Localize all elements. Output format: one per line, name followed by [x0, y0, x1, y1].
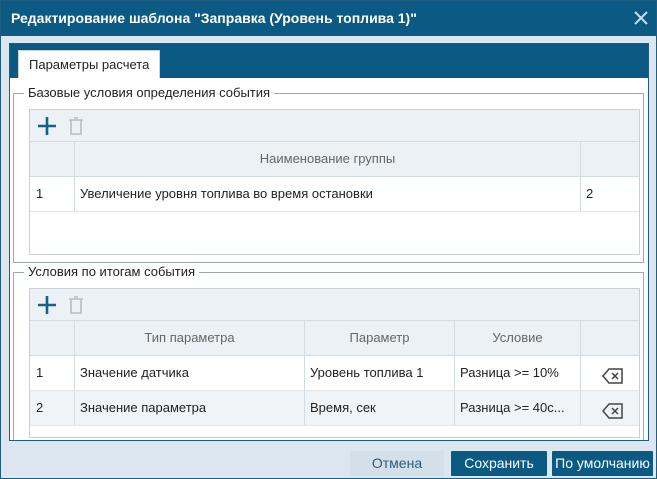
row-actions [580, 391, 639, 425]
result-conditions-group: Условия по итогам события Тип параметра … [13, 264, 644, 440]
add-icon[interactable] [36, 116, 58, 136]
param-type-cell: Значение параметра [74, 391, 304, 425]
result-conditions-header: Тип параметра Параметр Условие [30, 321, 639, 356]
delete-row-icon[interactable] [602, 364, 624, 390]
col-header-num [30, 321, 74, 355]
col-header-condition[interactable]: Условие [454, 321, 580, 355]
base-conditions-header: Наименование группы [30, 142, 639, 177]
count-cell: 2 [580, 177, 639, 211]
dialog-title: Редактирование шаблона "Заправка (Уровен… [11, 10, 417, 26]
base-conditions-grid: Наименование группы 1 Увеличение уровня … [29, 109, 640, 255]
col-header-actions [580, 321, 639, 355]
col-header-count [580, 142, 639, 176]
row-num: 1 [36, 186, 44, 201]
tab-calculation-params[interactable]: Параметры расчета [18, 50, 161, 78]
base-conditions-legend: Базовые условия определения события [24, 85, 275, 101]
col-header-group-name[interactable]: Наименование группы [74, 142, 580, 176]
group-name-cell: Увеличение уровня топлива во время остан… [74, 177, 580, 211]
condition-cell: Разница >= 40с... [454, 391, 580, 425]
add-icon[interactable] [36, 295, 58, 315]
base-conditions-toolbar [30, 110, 639, 142]
result-conditions-toolbar [30, 289, 639, 321]
save-button[interactable]: Сохранить [451, 451, 547, 476]
param-cell: Время, сек [304, 391, 454, 425]
tab-strip: Параметры расчета [10, 44, 648, 78]
delete-row-icon[interactable] [602, 399, 624, 425]
param-type-cell: Значение датчика [74, 356, 304, 390]
close-icon[interactable] [632, 9, 650, 27]
table-row[interactable]: 2 Значение параметра Время, сек Разница … [30, 391, 639, 426]
row-num: 2 [36, 400, 44, 415]
table-row[interactable]: 1 Значение датчика Уровень топлива 1 Раз… [30, 356, 639, 391]
default-button[interactable]: По умолчанию [552, 451, 653, 476]
result-conditions-grid: Тип параметра Параметр Условие 1 Значени… [29, 288, 640, 438]
dialog-titlebar: Редактирование шаблона "Заправка (Уровен… [1, 1, 656, 36]
base-conditions-group: Базовые условия определения события Наим… [13, 85, 644, 263]
edit-template-dialog: Редактирование шаблона "Заправка (Уровен… [0, 0, 657, 479]
result-conditions-legend: Условия по итогам события [24, 264, 200, 280]
col-header-param-type[interactable]: Тип параметра [74, 321, 304, 355]
condition-cell: Разница >= 10% [454, 356, 580, 390]
table-row[interactable]: 1 Увеличение уровня топлива во время ост… [30, 177, 639, 212]
row-actions [580, 356, 639, 390]
trash-icon[interactable] [67, 295, 85, 315]
col-header-num [30, 142, 74, 176]
cancel-button[interactable]: Отмена [350, 451, 444, 476]
trash-icon[interactable] [67, 116, 85, 136]
param-cell: Уровень топлива 1 [304, 356, 454, 390]
row-num: 1 [36, 365, 44, 380]
dialog-body: Параметры расчета Базовые условия опреде… [9, 43, 649, 441]
col-header-param[interactable]: Параметр [304, 321, 454, 355]
